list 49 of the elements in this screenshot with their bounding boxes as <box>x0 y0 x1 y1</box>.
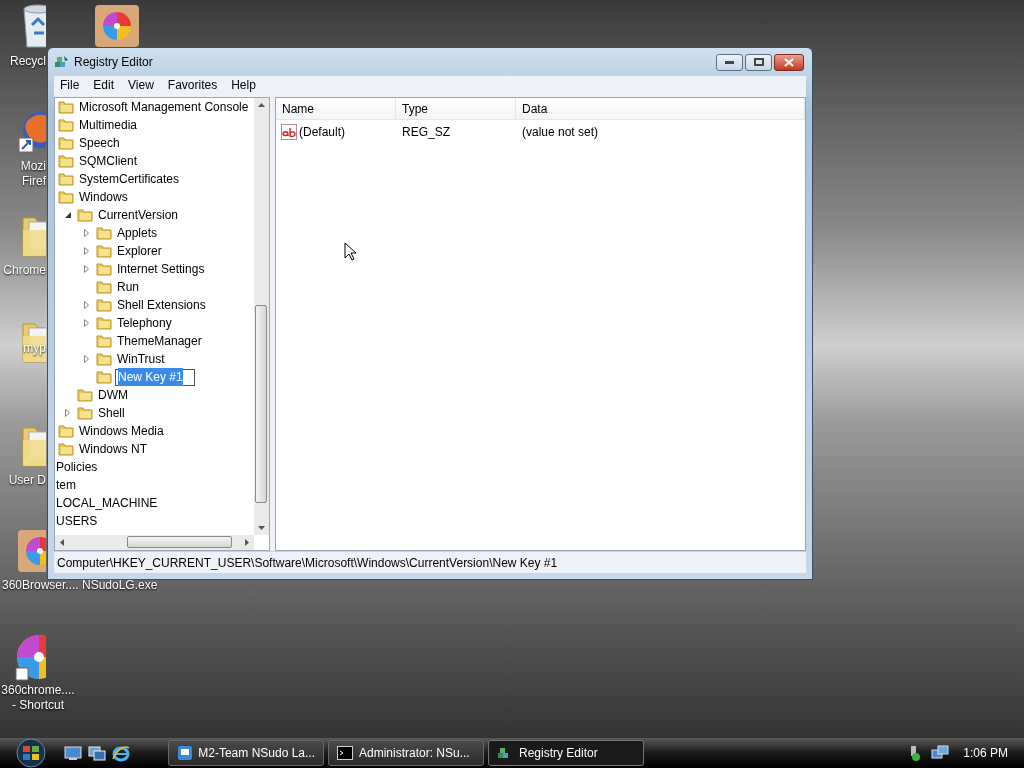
tree-item[interactable]: DWM <box>98 386 128 404</box>
tree-item[interactable]: tem <box>56 476 76 494</box>
tree-item[interactable]: Multimedia <box>79 116 138 134</box>
tree-item[interactable]: Run <box>117 278 139 296</box>
desktop-icon-label[interactable]: User D <box>8 473 46 488</box>
tree-item[interactable]: Shell <box>98 404 125 422</box>
tree-item[interactable]: Windows NT <box>79 440 147 458</box>
column-header[interactable]: Name <box>276 98 396 119</box>
tree-item[interactable]: USERS <box>56 512 98 530</box>
tree-item[interactable]: Telephony <box>117 314 172 332</box>
tree-item[interactable]: CurrentVersion <box>98 206 179 224</box>
taskbar-button[interactable]: Registry Editor <box>488 740 644 766</box>
desktop-icon-label[interactable]: NSudoLG.exe <box>82 578 158 593</box>
menu-item[interactable]: Help <box>225 76 262 94</box>
desktop-icon-label[interactable]: - Shortcut <box>12 698 64 713</box>
column-header[interactable]: Type <box>396 98 516 119</box>
tree-item[interactable]: Windows Media <box>79 422 164 440</box>
tree-item[interactable]: Windows <box>79 188 128 206</box>
tree-item[interactable]: LOCAL_MACHINE <box>56 494 158 512</box>
clock[interactable]: 1:06 PM <box>963 744 1008 762</box>
tree-item[interactable]: SystemCertificates <box>79 170 180 188</box>
tree-item[interactable]: WinTrust <box>117 350 165 368</box>
tree-item[interactable]: Shell Extensions <box>117 296 206 314</box>
value-type: REG_SZ <box>401 123 451 141</box>
window-title: Registry Editor <box>74 54 153 71</box>
tree-item[interactable]: ThemeManager <box>117 332 202 350</box>
value-name: (Default) <box>299 123 345 141</box>
desktop-icon-label[interactable]: Firef <box>22 174 46 189</box>
menu-item[interactable]: View <box>122 76 160 94</box>
menu-item[interactable]: Favorites <box>161 76 224 94</box>
rename-field[interactable]: New Key #1 <box>115 368 195 386</box>
menu-item[interactable]: Edit <box>87 76 121 94</box>
taskbar-button[interactable]: M2-Team NSudo La... <box>168 740 324 766</box>
taskbar-button[interactable]: Administrator: NSu... <box>328 740 484 766</box>
desktop-icon-label[interactable]: Recycl <box>10 54 46 69</box>
tree-item[interactable]: SQMClient <box>79 152 137 170</box>
desktop-icon-label[interactable]: 360chrome.... <box>1 683 75 698</box>
tree-item[interactable]: Internet Settings <box>117 260 205 278</box>
tree-item[interactable]: Speech <box>79 134 120 152</box>
desktop-icon-label[interactable]: Mozi <box>20 159 46 174</box>
tree-item[interactable]: Microsoft Management Console <box>79 98 249 116</box>
menu-item[interactable]: File <box>54 76 86 94</box>
tree-item[interactable]: Policies <box>56 458 98 476</box>
status-bar: Computer\HKEY_CURRENT_USER\Software\Microsoft\Windows\CurrentVersion\New Key #1 <box>54 551 806 573</box>
column-header[interactable]: Data <box>516 98 805 119</box>
desktop-icon-label[interactable]: 360Browser.... <box>2 578 79 593</box>
tree-item[interactable]: Applets <box>117 224 158 242</box>
tree-item[interactable]: Explorer <box>117 242 162 260</box>
value-data: (value not set) <box>521 123 600 141</box>
